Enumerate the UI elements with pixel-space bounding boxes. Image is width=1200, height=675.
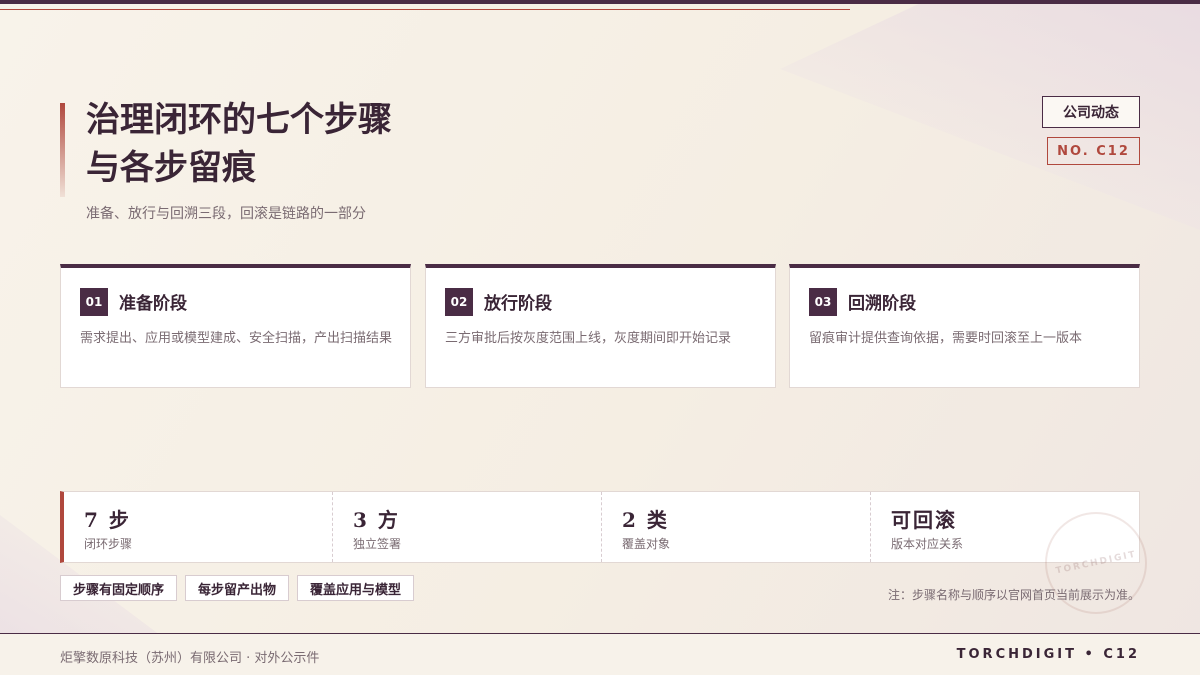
feature-chips: 步骤有固定顺序 每步留产出物 覆盖应用与模型 [60,575,415,601]
page-subtitle: 准备、放行与回溯三段，回滚是链路的一部分 [86,206,366,222]
stat-label: 闭环步骤 [84,537,133,551]
feature-chip: 每步留产出物 [185,575,290,601]
stat-value: 7 步 [84,508,131,532]
stage-description: 需求提出、应用或模型建成、安全扫描，产出扫描结果 [80,331,393,346]
title-accent-bar [60,103,65,197]
stat-label: 版本对应关系 [891,537,964,551]
category-tag: 公司动态 [1042,96,1140,128]
feature-chip: 步骤有固定顺序 [60,575,178,601]
stage-title: 回溯阶段 [848,294,916,314]
stat-parties: 3 方 独立签署 [333,492,602,562]
stat-value: 3 方 [353,508,400,532]
stage-description: 留痕审计提供查询依据，需要时回滚至上一版本 [809,331,1083,346]
page-title: 治理闭环的七个步骤 与各步留痕 [86,96,392,192]
stat-value: 2 类 [622,508,669,532]
title-line-2: 与各步留痕 [86,148,256,188]
stage-card-trace: 03 回溯阶段 留痕审计提供查询依据，需要时回滚至上一版本 [789,264,1140,388]
stat-label: 覆盖对象 [622,537,671,551]
footer-divider [0,633,1200,634]
stat-label: 独立签署 [353,537,402,551]
footer-company: 炬擎数原科技（苏州）有限公司 · 对外公示件 [60,651,320,666]
stage-card-prepare: 01 准备阶段 需求提出、应用或模型建成、安全扫描，产出扫描结果 [60,264,411,388]
document-number-badge: NO. C12 [1047,137,1140,165]
top-accent-line [0,9,850,10]
stage-title: 准备阶段 [119,294,187,314]
stage-number-badge: 03 [809,288,837,316]
stat-value: 可回滚 [891,508,957,532]
top-bar [0,0,1200,4]
footer-brand-code: TORCHDIGIT • C12 [956,647,1140,662]
feature-chip: 覆盖应用与模型 [297,575,415,601]
footnote: 注：步骤名称与顺序以官网首页当前展示为准。 [887,588,1140,602]
stamp-text: TORCHDIGIT [1054,549,1138,577]
stage-number-badge: 01 [80,288,108,316]
stage-description: 三方审批后按灰度范围上线，灰度期间即开始记录 [445,331,732,346]
title-line-1: 治理闭环的七个步骤 [86,100,392,140]
stats-bar: 7 步 闭环步骤 3 方 独立签署 2 类 覆盖对象 可回滚 版本对应关系 [60,491,1140,563]
stage-number-badge: 02 [445,288,473,316]
stage-card-release: 02 放行阶段 三方审批后按灰度范围上线，灰度期间即开始记录 [425,264,776,388]
stat-steps: 7 步 闭环步骤 [64,492,333,562]
stage-title: 放行阶段 [484,294,552,314]
stat-object-types: 2 类 覆盖对象 [602,492,871,562]
